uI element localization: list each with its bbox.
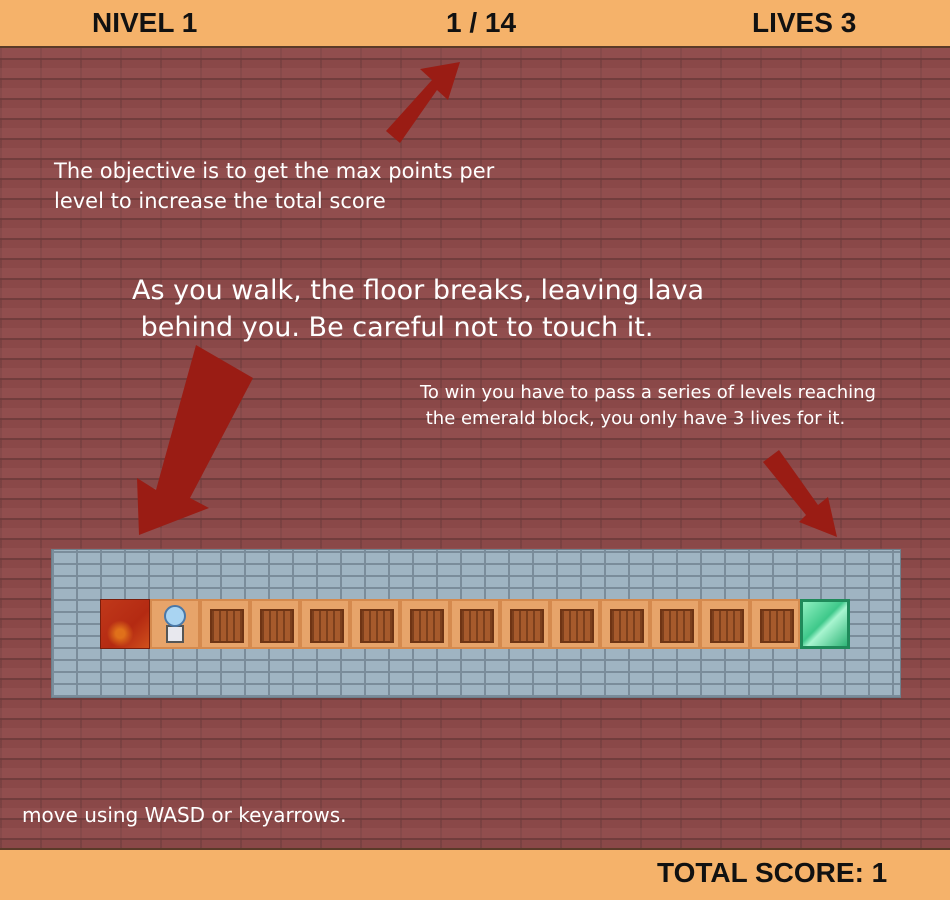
crate-floor-tile	[350, 599, 400, 649]
tile-path	[100, 599, 850, 649]
emerald-block	[800, 599, 850, 649]
win-tip: To win you have to pass a series of leve…	[420, 382, 876, 429]
crate-floor-tile	[550, 599, 600, 649]
crate-floor-tile	[600, 599, 650, 649]
crate-floor-tile	[250, 599, 300, 649]
arrow-to-progress	[386, 62, 460, 143]
objective-tip: The objective is to get the max points p…	[54, 159, 495, 213]
total-score: TOTAL SCORE: 1	[657, 857, 888, 888]
player-body	[166, 625, 184, 643]
arrow-to-emerald	[763, 450, 837, 537]
crate-floor-tile	[450, 599, 500, 649]
player-head	[164, 605, 186, 627]
lava-tile	[100, 599, 150, 649]
crate-floor-tile	[300, 599, 350, 649]
lives-counter: LIVES 3	[752, 7, 857, 38]
crate-floor-tile	[750, 599, 800, 649]
crate-floor-tile	[400, 599, 450, 649]
controls-tip: move using WASD or keyarrows.	[22, 803, 347, 827]
level-progress: 1 / 14	[446, 7, 517, 38]
crate-floor-tile	[200, 599, 250, 649]
crate-floor-tile	[650, 599, 700, 649]
crate-floor-tile	[700, 599, 750, 649]
player-character	[150, 599, 200, 649]
tutorial-arrows	[137, 62, 837, 537]
crate-floor-tile	[500, 599, 550, 649]
arrow-to-lava	[137, 345, 253, 535]
level-indicator: NIVEL 1	[92, 7, 198, 38]
lava-tip: As you walk, the floor breaks, leaving l…	[132, 275, 705, 343]
